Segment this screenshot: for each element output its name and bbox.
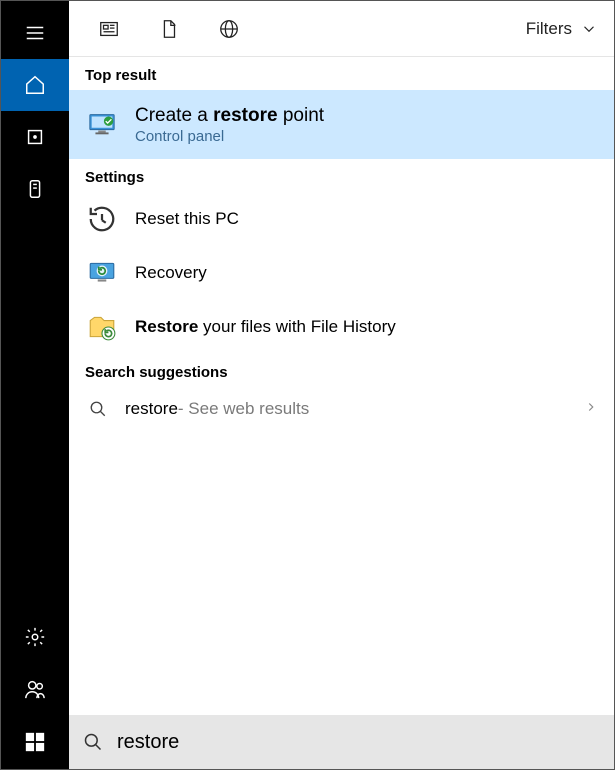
search-icon [83, 732, 103, 752]
settings-item-recovery[interactable]: Recovery [69, 246, 614, 300]
top-result-item[interactable]: Create a restore point Control panel [69, 90, 614, 159]
suggestion-term: restore [125, 399, 178, 419]
chevron-down-icon [580, 20, 598, 38]
web-suggestion[interactable]: restore - See web results [69, 387, 614, 431]
recovery-icon [85, 256, 119, 290]
suggestion-extra: - See web results [178, 399, 309, 419]
sidebar-item-settings[interactable] [1, 611, 69, 663]
settings-item-reset[interactable]: Reset this PC [69, 192, 614, 246]
topbar: Filters [69, 1, 614, 57]
recovery-label: Recovery [135, 262, 207, 283]
settings-item-filehistory[interactable]: Restore your files with File History [69, 300, 614, 354]
filters-label: Filters [526, 19, 572, 39]
top-result-title: Create a restore point [135, 104, 324, 128]
sidebar [1, 1, 69, 769]
start-button[interactable] [1, 715, 69, 769]
scope-web[interactable] [199, 1, 259, 57]
suggestions-header: Search suggestions [69, 354, 614, 387]
main-panel: Filters Top result Create a restore poin… [69, 1, 614, 769]
search-icon [85, 400, 111, 418]
sidebar-item-documents[interactable] [1, 163, 69, 215]
filehistory-label: Restore your files with File History [135, 316, 396, 337]
history-icon [85, 202, 119, 236]
sidebar-item-apps[interactable] [1, 111, 69, 163]
filters-button[interactable]: Filters [526, 19, 604, 39]
scope-news[interactable] [79, 1, 139, 57]
chevron-right-icon [584, 400, 598, 417]
sidebar-item-people[interactable] [1, 663, 69, 715]
scope-document[interactable] [139, 1, 199, 57]
top-result-header: Top result [69, 57, 614, 90]
top-result-subtitle: Control panel [135, 128, 324, 145]
hamburger-menu[interactable] [1, 7, 69, 59]
sidebar-item-home[interactable] [1, 59, 69, 111]
search-input[interactable] [117, 731, 600, 754]
search-bar[interactable] [69, 715, 614, 769]
monitor-icon [85, 107, 119, 141]
reset-label: Reset this PC [135, 208, 239, 229]
settings-header: Settings [69, 159, 614, 192]
filehistory-icon [85, 310, 119, 344]
